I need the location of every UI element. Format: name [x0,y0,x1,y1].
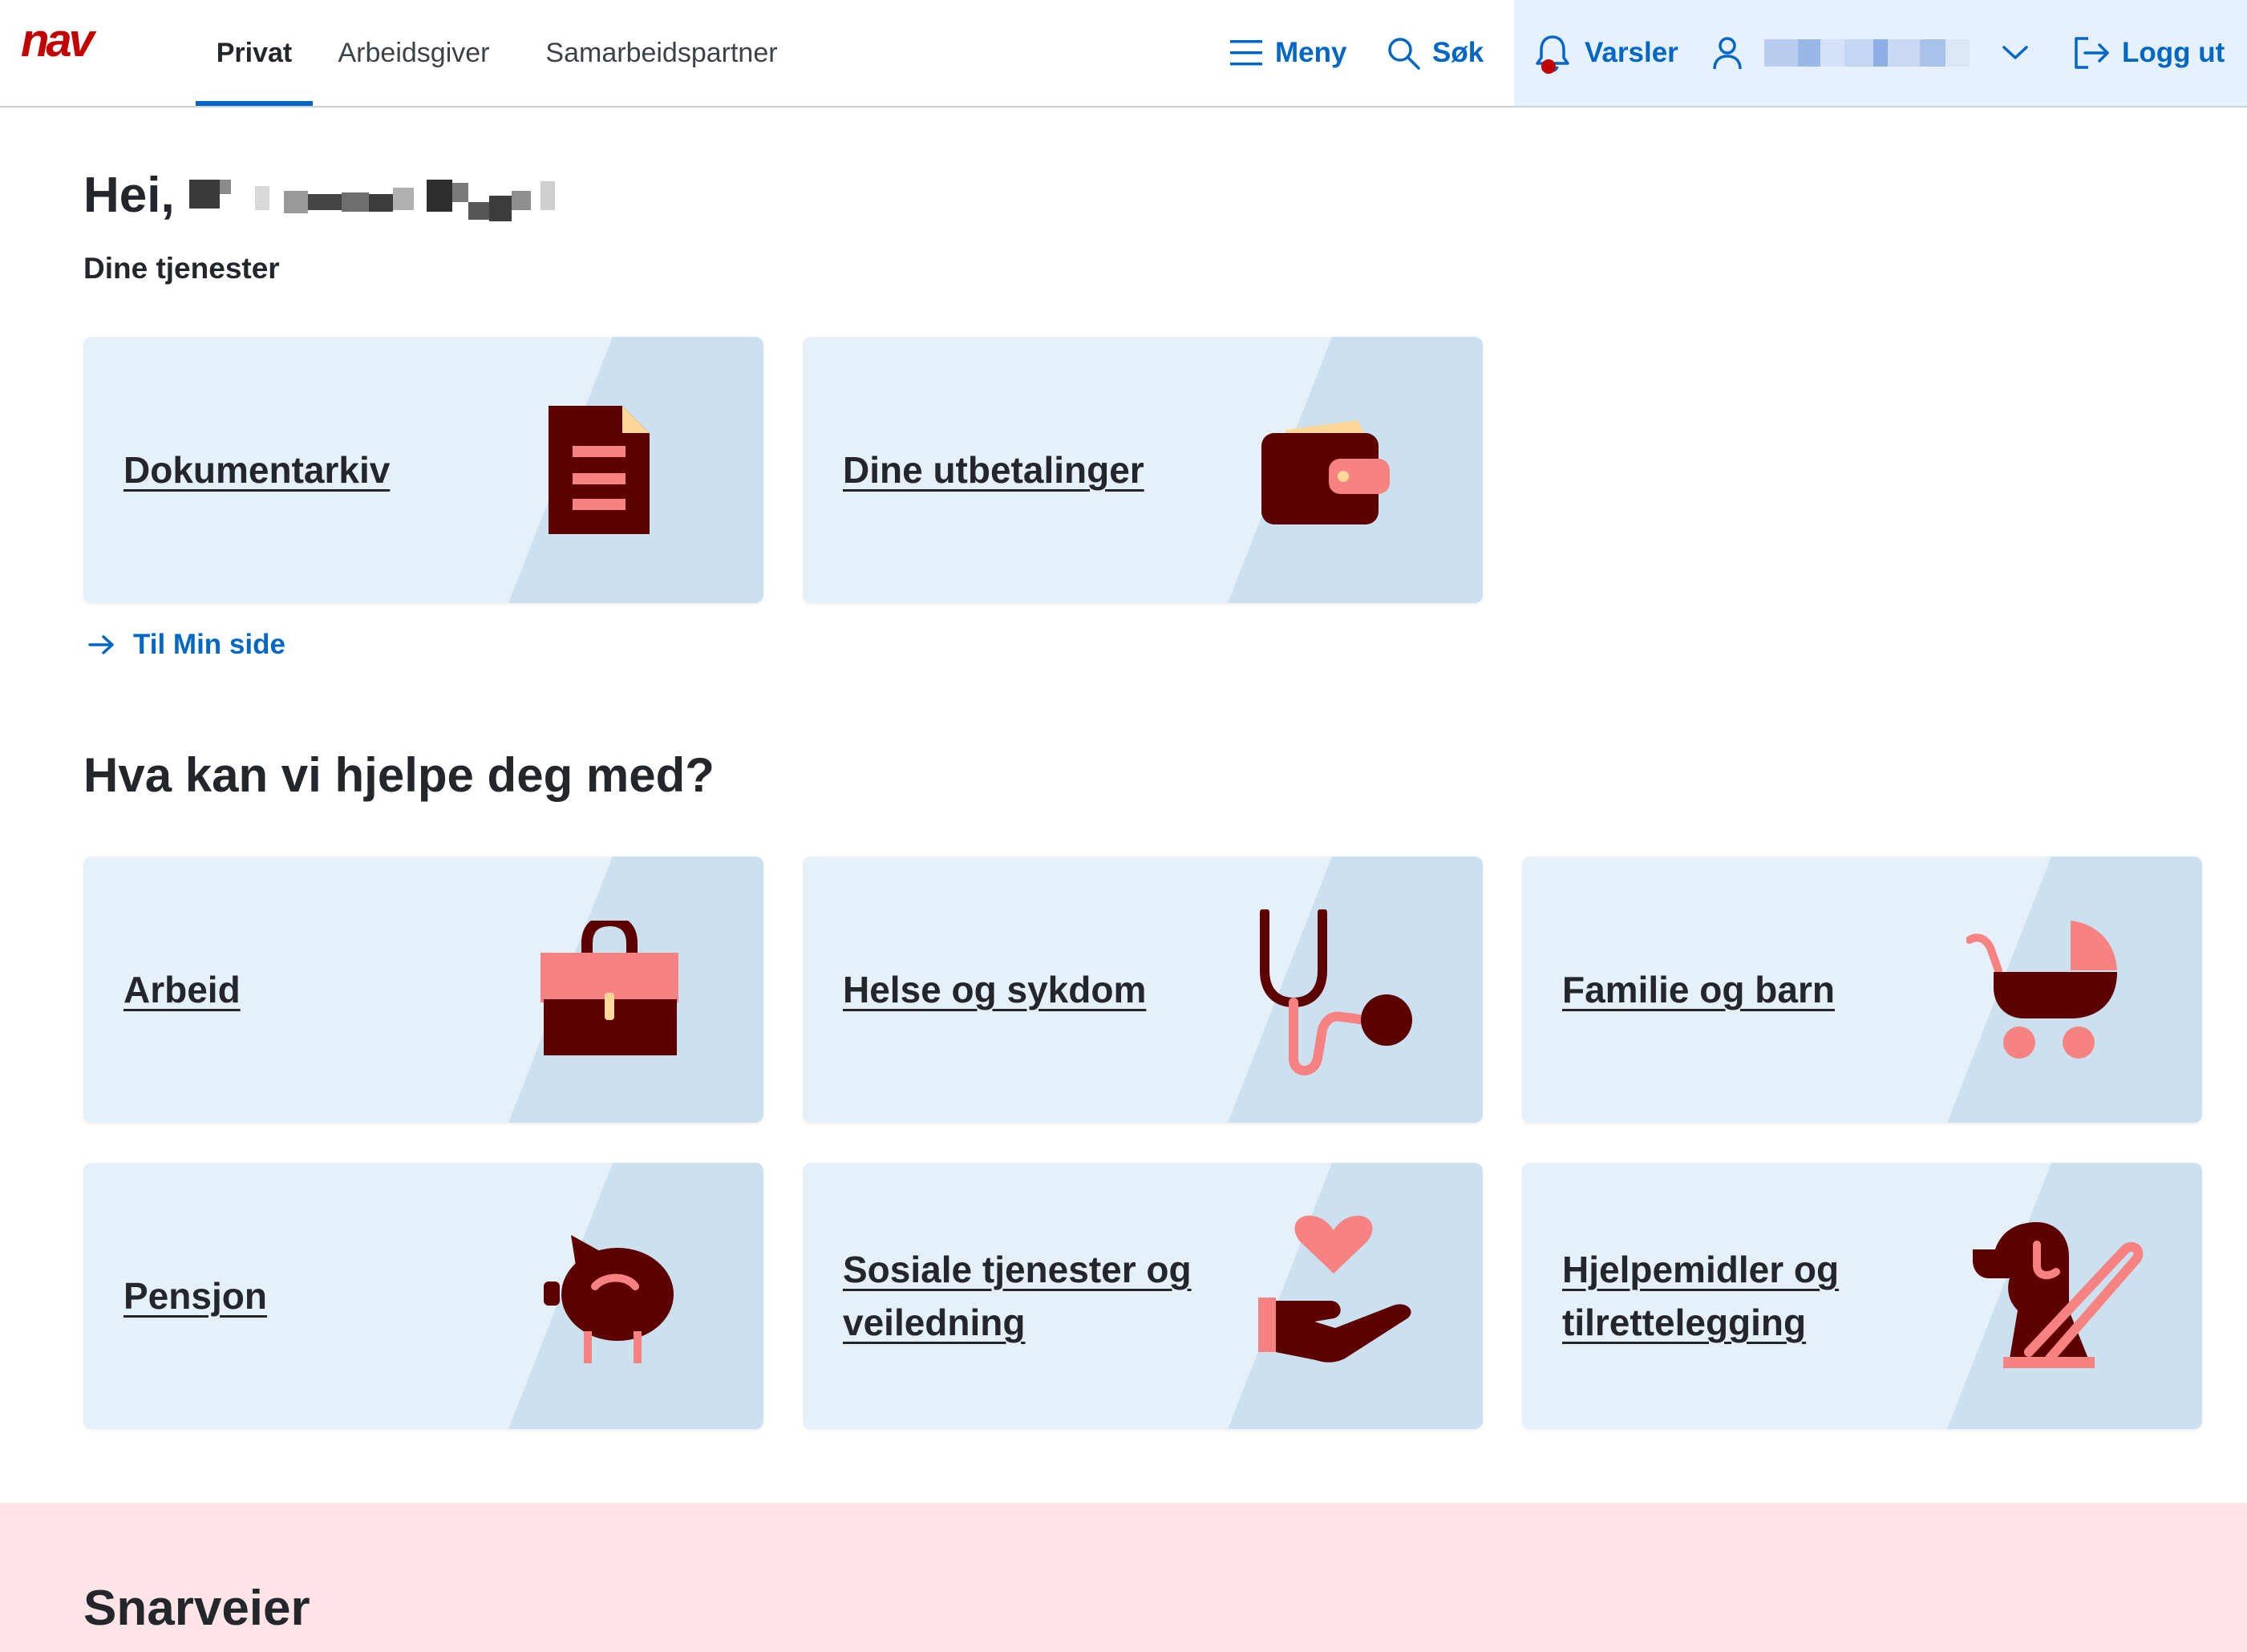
arrow-right-icon [88,635,114,654]
svg-text:nav: nav [21,19,97,64]
chevron-down-icon [2002,46,2028,59]
user-menu-button[interactable] [1711,0,2029,106]
card-familie-og-barn[interactable]: Familie og barn [1522,856,2202,1123]
redacted-username [1764,36,1981,70]
logout-button[interactable]: Logg ut [2072,0,2225,106]
card-arbeid[interactable]: Arbeid [83,856,763,1123]
logout-icon [2075,37,2109,69]
bell-icon [1536,35,1569,74]
notifications-label: Varsler [1585,37,1678,68]
menu-button[interactable]: Meny [1229,0,1346,106]
card-hjelpemidler[interactable]: Hjelpemidler og tilrettelegging [1522,1163,2202,1429]
tab-privat[interactable]: Privat [196,0,313,106]
card-helse-og-sykdom[interactable]: Helse og sykdom [803,856,1483,1123]
hamburger-icon [1230,40,1262,66]
notifications-button[interactable]: Varsler [1533,0,1678,106]
card-sosiale-tjenester[interactable]: Sosiale tjenester og veiledning [803,1163,1483,1429]
card-dine-utbetalinger[interactable]: Dine utbetalinger [803,337,1483,603]
card-label: Dine utbetalinger [843,449,1144,491]
card-label: Sosiale tjenester og veiledning [843,1249,1192,1343]
piggy-bank-icon [544,1235,674,1363]
briefcase-icon [540,921,678,1055]
menu-label: Meny [1275,37,1347,68]
min-side-link[interactable]: Til Min side [88,629,285,661]
guide-dog-icon [1973,1222,2144,1368]
greeting-text: Hei, [83,168,175,223]
card-label: Arbeid [123,969,241,1010]
stroller-icon [1966,921,2117,1059]
greeting-heading: Hei, [83,167,590,224]
stethoscope-icon [1260,909,1412,1075]
search-button[interactable]: Søk [1386,0,1484,106]
site-header: nav Privat Arbeidsgiver Samarbeidspartne… [0,0,2247,107]
search-label: Søk [1432,37,1484,68]
services-heading: Dine tjenester [83,252,280,285]
tab-samarbeidspartner[interactable]: Samarbeidspartner [529,0,794,106]
card-dokumentarkiv[interactable]: Dokumentarkiv [83,337,763,603]
card-label: Hjelpemidler og tilrettelegging [1562,1249,1840,1343]
heart-hand-icon [1258,1215,1411,1362]
document-icon [549,406,650,534]
search-icon [1388,38,1420,70]
shortcuts-heading: Snarveier [83,1581,310,1636]
shortcuts-section: Snarveier [0,1503,2247,1652]
user-icon [1713,37,1742,70]
wallet-icon [1261,420,1390,524]
card-pensjon[interactable]: Pensjon [83,1163,763,1429]
card-label: Helse og sykdom [843,969,1147,1010]
tab-arbeidsgiver[interactable]: Arbeidsgiver [322,0,505,106]
card-label: Familie og barn [1562,969,1835,1010]
notification-dot [1541,59,1556,74]
logout-label: Logg ut [2122,37,2225,68]
min-side-label: Til Min side [133,629,285,660]
card-label: Dokumentarkiv [123,449,391,491]
help-heading: Hva kan vi hjelpe deg med? [83,748,715,802]
redacted-name [188,172,590,221]
nav-logo[interactable]: nav [21,14,133,67]
card-label: Pensjon [123,1275,267,1317]
